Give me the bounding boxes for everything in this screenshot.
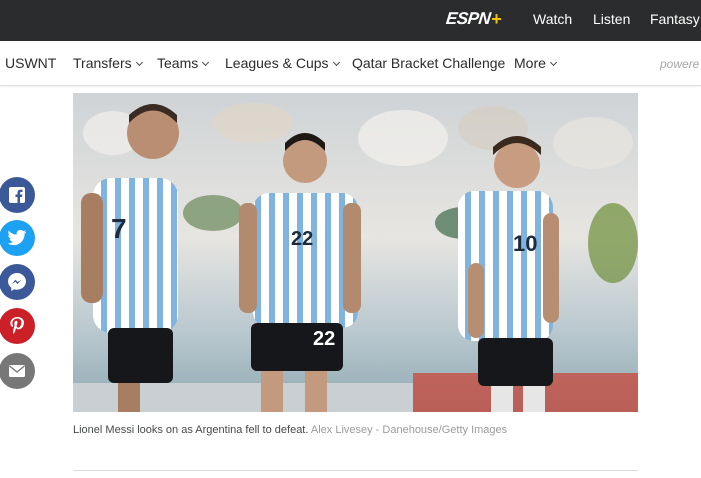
shorts-number-22: 22 xyxy=(313,328,335,350)
share-pinterest-button[interactable] xyxy=(0,308,35,344)
listen-link[interactable]: Listen xyxy=(593,11,630,27)
messenger-icon xyxy=(8,273,26,291)
twitter-icon xyxy=(7,229,27,246)
photo-credit: Alex Livesey - Danehouse/Getty Images xyxy=(310,424,508,436)
players-photo: 7 22 22 10 xyxy=(73,93,638,412)
chevron-down-icon xyxy=(332,58,340,67)
powered-by-label: powere xyxy=(660,57,700,71)
share-twitter-button[interactable] xyxy=(0,220,35,256)
nav-item-label: More xyxy=(514,55,546,71)
nav-item-transfers[interactable]: Transfers xyxy=(73,55,143,71)
chevron-down-icon xyxy=(549,58,557,67)
watch-link[interactable]: Watch xyxy=(533,11,572,27)
nav-item-label: Teams xyxy=(157,55,199,71)
espn-logo-text: ESPN xyxy=(445,9,492,28)
fantasy-link[interactable]: Fantasy xyxy=(650,11,700,27)
content-divider xyxy=(73,470,638,471)
share-facebook-button[interactable] xyxy=(0,177,35,213)
jersey-number-10: 10 xyxy=(513,231,537,256)
share-email-button[interactable] xyxy=(0,353,35,389)
email-icon xyxy=(9,365,25,377)
nav-item-label: Transfers xyxy=(73,55,132,71)
espn-plus-logo[interactable]: ESPN + xyxy=(445,8,502,30)
nav-item-uswnt[interactable]: USWNT xyxy=(5,55,56,71)
pinterest-icon xyxy=(10,317,24,334)
sport-nav-bar: USWNT Transfers Teams Leagues & Cups Qat… xyxy=(0,41,701,86)
chevron-down-icon xyxy=(202,58,210,67)
facebook-icon xyxy=(9,187,25,203)
top-bar: ESPN + Watch Listen Fantasy xyxy=(0,0,701,41)
nav-item-leagues-cups[interactable]: Leagues & Cups xyxy=(225,55,340,71)
image-caption: Lionel Messi looks on as Argentina fell … xyxy=(73,424,507,436)
nav-item-bracket-challenge[interactable]: Qatar Bracket Challenge xyxy=(352,55,505,71)
plus-logo-mark: + xyxy=(491,9,502,29)
nav-item-label: Leagues & Cups xyxy=(225,55,329,71)
nav-item-label: Qatar Bracket Challenge xyxy=(352,55,506,71)
jersey-number-7: 7 xyxy=(111,213,127,244)
nav-item-more[interactable]: More xyxy=(514,55,557,71)
jersey-number-22: 22 xyxy=(291,228,313,250)
nav-item-teams[interactable]: Teams xyxy=(157,55,210,71)
chevron-down-icon xyxy=(135,58,143,67)
share-messenger-button[interactable] xyxy=(0,264,35,300)
caption-text: Lionel Messi looks on as Argentina fell … xyxy=(73,424,309,436)
nav-item-label: USWNT xyxy=(5,55,57,71)
article-hero-image: 7 22 22 10 xyxy=(73,93,638,412)
